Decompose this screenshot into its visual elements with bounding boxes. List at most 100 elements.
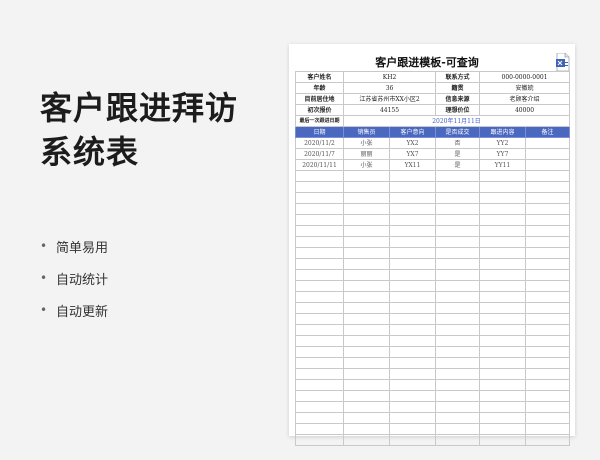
empty-cell (479, 170, 527, 182)
last-visit-value: 2020年11月11日 (342, 115, 571, 127)
empty-cell (525, 313, 571, 325)
empty-cell (343, 423, 390, 435)
empty-cell (525, 258, 571, 270)
empty-cell (435, 324, 481, 336)
empty-cell (388, 214, 437, 226)
empty-cell (479, 368, 527, 380)
empty-cell (525, 214, 571, 226)
empty-cell (295, 225, 344, 237)
empty-cell (525, 379, 571, 391)
empty-cell (343, 181, 390, 193)
feature-label: 自动统计 (56, 272, 109, 288)
info-row: 目前居住地 江苏省苏州市XX小区2 信息来源 老顾客介绍 (295, 93, 571, 105)
empty-cell (343, 192, 390, 204)
empty-cell (435, 335, 481, 347)
empty-cell (435, 269, 481, 281)
empty-cell (525, 269, 571, 281)
empty-cell (388, 390, 437, 402)
info-value: 江苏省苏州市XX小区2 (342, 93, 437, 105)
info-label: 联系方式 (435, 71, 481, 83)
table-cell: YX7 (388, 148, 437, 160)
empty-cell (388, 247, 437, 259)
feature-list: • 简单易用 • 自动统计 • 自动更新 (40, 230, 108, 326)
empty-cell (435, 203, 481, 215)
empty-cell (435, 247, 481, 259)
info-row: 年龄 36 籍贯 安徽皖 (295, 82, 571, 94)
empty-cell (295, 335, 344, 347)
feature-item: • 简单易用 (40, 230, 108, 262)
info-label: 理想价位 (435, 104, 481, 116)
empty-cell (388, 192, 437, 204)
sheet-title: 客户跟进模板-可查询 (375, 56, 479, 69)
empty-cell (479, 181, 527, 193)
column-header: 跟进内容 (479, 126, 527, 138)
bullet-icon: • (40, 303, 48, 317)
empty-cell (343, 258, 390, 270)
empty-cell (479, 357, 527, 369)
table-cell: 2020/11/2 (295, 137, 344, 149)
empty-cell (435, 346, 481, 358)
empty-cell (295, 269, 344, 281)
info-value: 36 (342, 82, 437, 94)
feature-label: 简单易用 (56, 240, 109, 256)
empty-row (295, 434, 571, 446)
empty-cell (343, 170, 390, 182)
empty-cell (479, 225, 527, 237)
empty-cell (388, 412, 437, 424)
empty-cell (479, 192, 527, 204)
empty-cell (479, 324, 527, 336)
empty-cell (525, 302, 571, 314)
info-label: 年龄 (295, 82, 344, 94)
empty-row (295, 324, 571, 336)
empty-cell (343, 269, 390, 281)
empty-cell (388, 357, 437, 369)
empty-cell (525, 225, 571, 237)
table-cell: YX11 (388, 159, 437, 171)
empty-cell (343, 236, 390, 248)
empty-cell (435, 302, 481, 314)
empty-row (295, 236, 571, 248)
empty-cell (479, 401, 527, 413)
empty-cell (295, 390, 344, 402)
empty-cell (479, 434, 527, 446)
table-row: 2020/11/7 丽丽 YX7 是 YY7 (295, 148, 571, 160)
empty-cell (295, 346, 344, 358)
empty-cell (343, 401, 390, 413)
empty-cell (388, 291, 437, 303)
empty-row (295, 225, 571, 237)
table-row: 2020/11/11 小张 YX11 是 YY11 (295, 159, 571, 171)
empty-cell (295, 280, 344, 292)
empty-row (295, 192, 571, 204)
empty-cell (295, 291, 344, 303)
empty-row (295, 280, 571, 292)
empty-cell (525, 280, 571, 292)
empty-cell (343, 335, 390, 347)
empty-cell (479, 346, 527, 358)
spreadsheet-preview: 客户跟进模板-可查询 客户姓名 KH2 联系方式 000-0000-0001 年… (289, 44, 575, 446)
empty-row (295, 313, 571, 325)
empty-row (295, 346, 571, 358)
empty-cell (295, 170, 344, 182)
table-cell: YY7 (479, 148, 527, 160)
empty-row (295, 258, 571, 270)
empty-cell (479, 335, 527, 347)
empty-row (295, 335, 571, 347)
info-value: 安徽皖 (479, 82, 571, 94)
empty-rows (295, 170, 571, 446)
empty-cell (435, 181, 481, 193)
empty-cell (388, 181, 437, 193)
info-value: KH2 (342, 71, 437, 83)
empty-cell (435, 225, 481, 237)
empty-cell (525, 412, 571, 424)
empty-cell (525, 192, 571, 204)
empty-cell (295, 379, 344, 391)
empty-cell (295, 357, 344, 369)
empty-cell (479, 280, 527, 292)
empty-cell (388, 269, 437, 281)
empty-cell (343, 434, 390, 446)
empty-cell (295, 192, 344, 204)
column-header: 日期 (295, 126, 344, 138)
empty-cell (388, 225, 437, 237)
info-value: 44155 (342, 104, 437, 116)
empty-cell (525, 335, 571, 347)
